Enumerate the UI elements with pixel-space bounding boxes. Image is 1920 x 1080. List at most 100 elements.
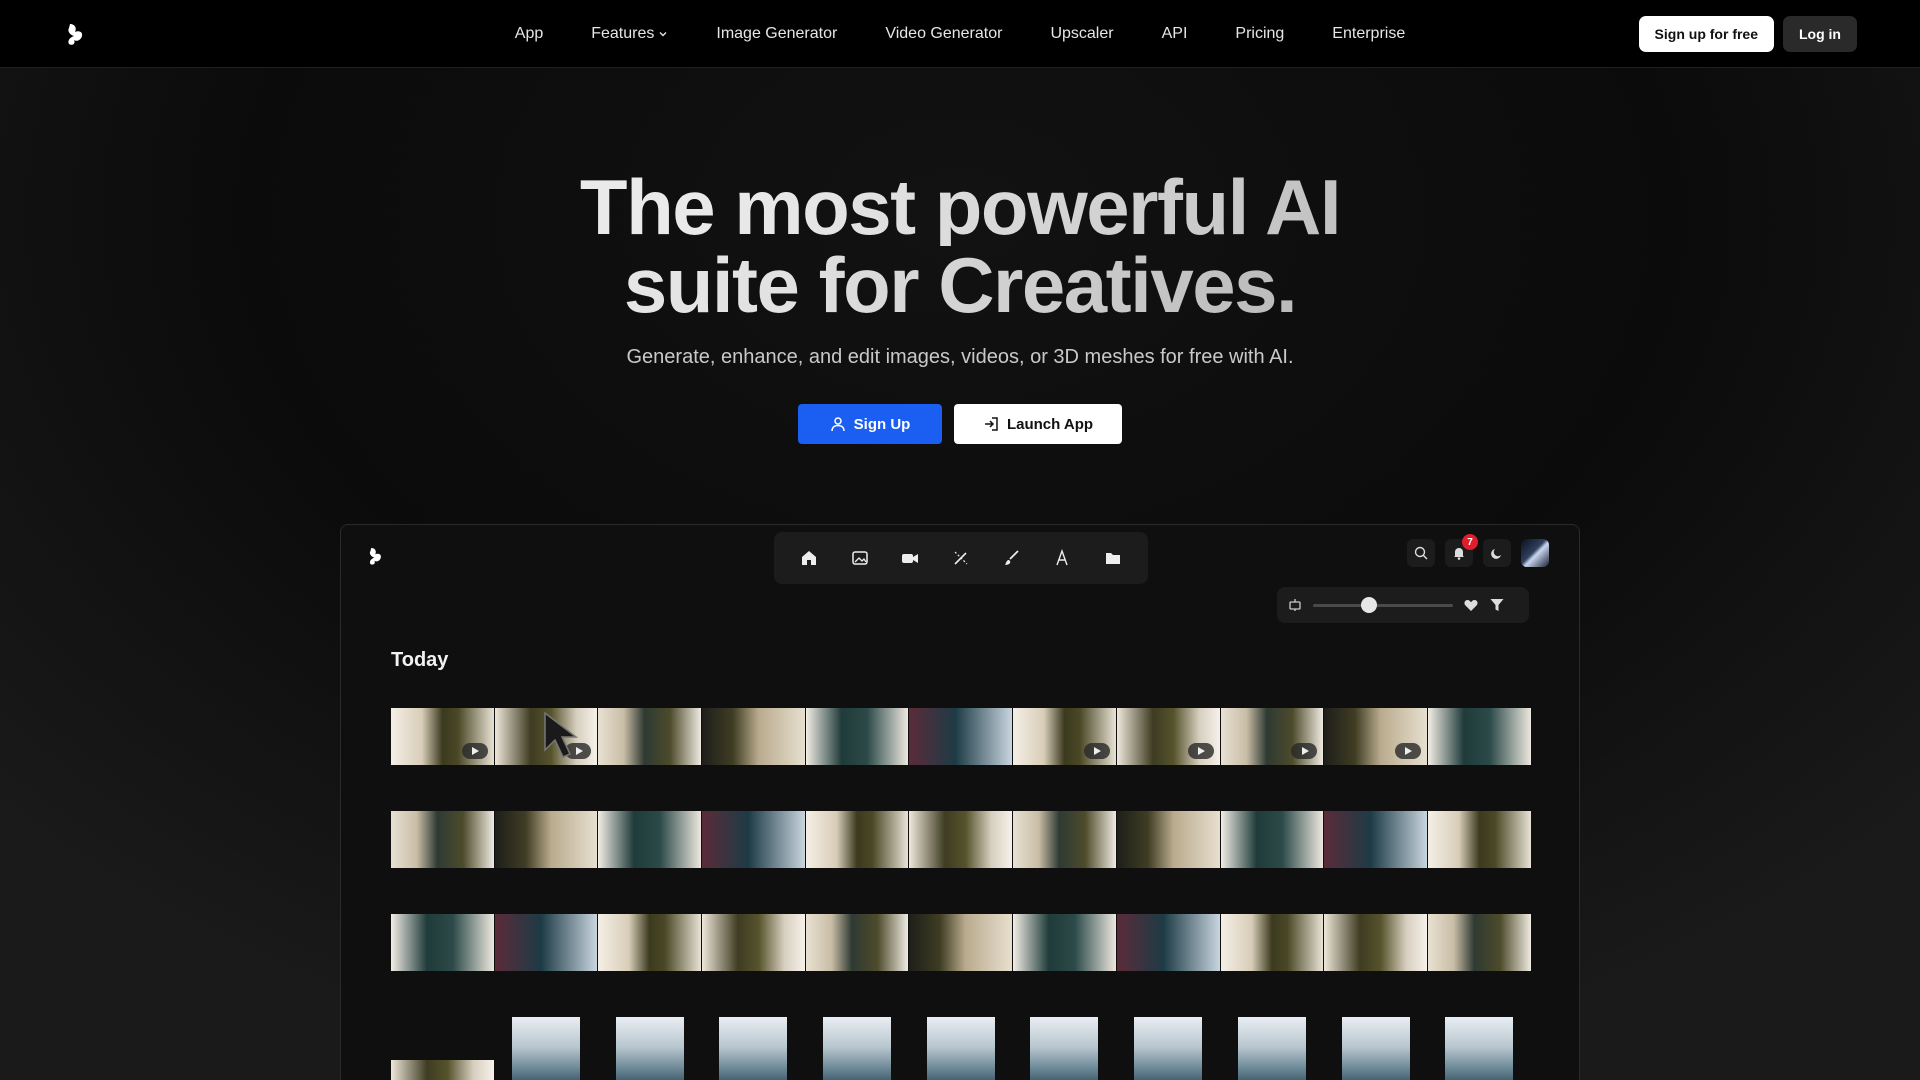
grid-thumbnail[interactable] — [909, 708, 1013, 765]
grid-thumbnail[interactable] — [805, 811, 909, 868]
nav-link-api[interactable]: API — [1162, 25, 1188, 43]
grid-thumbnail[interactable] — [1220, 811, 1324, 868]
home-icon[interactable] — [798, 547, 820, 569]
grid-thumbnail[interactable] — [702, 708, 805, 765]
zoom-controls — [1277, 587, 1529, 623]
moon-icon — [1491, 549, 1501, 559]
grid-thumbnail[interactable] — [805, 708, 909, 765]
zoom-slider-thumb[interactable] — [1361, 596, 1377, 613]
grid-thumbnail[interactable] — [1445, 1017, 1514, 1080]
hero-buttons: Sign Up Launch App — [0, 404, 1920, 444]
grid-thumbnail[interactable] — [1134, 1017, 1203, 1080]
hero-title-line-1: The most powerful AI — [0, 168, 1920, 246]
section-title-today: Today — [391, 649, 449, 671]
grid-thumbnail[interactable] — [805, 914, 909, 971]
grid-thumbnail[interactable] — [494, 914, 598, 971]
grid-thumbnail[interactable] — [494, 811, 598, 868]
grid-thumbnail[interactable] — [598, 914, 702, 971]
nav-link-video-generator[interactable]: Video Generator — [885, 25, 1002, 43]
grid-row — [391, 811, 1531, 868]
login-arrow-icon — [984, 417, 998, 431]
mouse-cursor-icon — [544, 711, 579, 758]
grid-thumbnail[interactable] — [1220, 708, 1324, 765]
grid-thumbnail[interactable] — [1013, 708, 1116, 765]
grid-thumbnail[interactable] — [1116, 708, 1220, 765]
grid-thumbnail[interactable] — [512, 1017, 581, 1080]
nav-link-enterprise[interactable]: Enterprise — [1332, 25, 1405, 43]
grid-slot — [598, 1017, 701, 1080]
grid-row — [391, 1017, 1531, 1080]
grid-thumbnail[interactable] — [702, 914, 805, 971]
chevron-down-icon — [659, 32, 667, 37]
grid-thumbnail[interactable] — [1427, 914, 1531, 971]
grid-thumbnail[interactable] — [926, 1017, 995, 1080]
nav-link-app[interactable]: App — [515, 25, 543, 43]
avatar[interactable] — [1521, 539, 1549, 567]
image-icon[interactable] — [849, 547, 871, 569]
grid-thumbnail[interactable] — [598, 708, 702, 765]
grid-slot — [909, 1017, 1012, 1080]
magic-wand-icon[interactable] — [950, 547, 972, 569]
sign-up-free-button[interactable]: Sign up for free — [1638, 16, 1774, 52]
theme-toggle-button[interactable] — [1483, 539, 1511, 567]
brush-icon[interactable] — [1001, 547, 1023, 569]
grid-thumbnail[interactable] — [1116, 811, 1220, 868]
app-toolbar — [774, 532, 1148, 584]
notifications-button[interactable]: 7 — [1445, 534, 1478, 567]
grid-thumbnail[interactable] — [1116, 914, 1220, 971]
grid-thumbnail[interactable] — [1324, 914, 1427, 971]
nav-link-upscaler[interactable]: Upscaler — [1050, 25, 1113, 43]
nav-link-features-label: Features — [591, 25, 655, 42]
grid-thumbnail[interactable] — [391, 708, 494, 765]
grid-thumbnail[interactable] — [391, 1060, 494, 1080]
grid-thumbnail[interactable] — [1220, 914, 1324, 971]
nav-link-pricing[interactable]: Pricing — [1235, 25, 1284, 43]
log-in-button[interactable]: Log in — [1783, 16, 1857, 52]
grid-thumbnail[interactable] — [1030, 1017, 1099, 1080]
grid-thumbnail[interactable] — [702, 811, 805, 868]
grid-thumbnail[interactable] — [1324, 811, 1427, 868]
nav-link-image-generator[interactable]: Image Generator — [716, 25, 837, 43]
hero-title-line-2: suite for Creatives. — [0, 246, 1920, 324]
image-grid — [391, 708, 1531, 1080]
grid-slot — [495, 1017, 598, 1080]
nav-links: App Features Image Generator Video Gener… — [0, 0, 1920, 68]
grid-thumbnail[interactable] — [391, 914, 494, 971]
sign-up-label: Sign Up — [853, 415, 911, 433]
search-button[interactable] — [1407, 539, 1435, 567]
play-icon — [1187, 743, 1214, 759]
grid-slot — [702, 1017, 805, 1080]
grid-thumbnail[interactable] — [1324, 708, 1427, 765]
grid-thumbnail[interactable] — [615, 1017, 684, 1080]
zoom-slider[interactable] — [1313, 596, 1453, 613]
aspect-ratio-icon[interactable] — [1287, 597, 1303, 613]
logo-icon[interactable] — [66, 22, 86, 46]
grid-thumbnail[interactable] — [598, 811, 702, 868]
nav-link-features[interactable]: Features — [591, 25, 668, 43]
search-icon — [1414, 546, 1428, 560]
grid-thumbnail[interactable] — [719, 1017, 788, 1080]
app-logo-icon[interactable] — [368, 545, 384, 567]
grid-slot — [806, 1017, 909, 1080]
grid-thumbnail[interactable] — [1237, 1017, 1306, 1080]
grid-thumbnail[interactable] — [823, 1017, 892, 1080]
grid-slot — [1221, 1017, 1324, 1080]
grid-thumbnail[interactable] — [1427, 811, 1531, 868]
grid-thumbnail[interactable] — [1013, 811, 1116, 868]
sign-up-button[interactable]: Sign Up — [798, 404, 942, 444]
folder-icon[interactable] — [1102, 547, 1124, 569]
filter-icon[interactable] — [1489, 597, 1505, 613]
grid-thumbnail[interactable] — [1341, 1017, 1410, 1080]
heart-icon[interactable] — [1463, 597, 1479, 613]
app-preview-window: 7 Today — [340, 524, 1580, 1080]
font-icon[interactable] — [1051, 547, 1073, 569]
user-icon — [830, 417, 845, 432]
grid-thumbnail[interactable] — [391, 811, 494, 868]
grid-thumbnail[interactable] — [909, 914, 1013, 971]
grid-thumbnail[interactable] — [1013, 914, 1116, 971]
launch-app-button[interactable]: Launch App — [954, 404, 1122, 444]
video-camera-icon[interactable] — [899, 547, 921, 569]
hero-subtitle: Generate, enhance, and edit images, vide… — [626, 346, 1294, 368]
grid-thumbnail[interactable] — [909, 811, 1013, 868]
grid-thumbnail[interactable] — [1427, 708, 1531, 765]
